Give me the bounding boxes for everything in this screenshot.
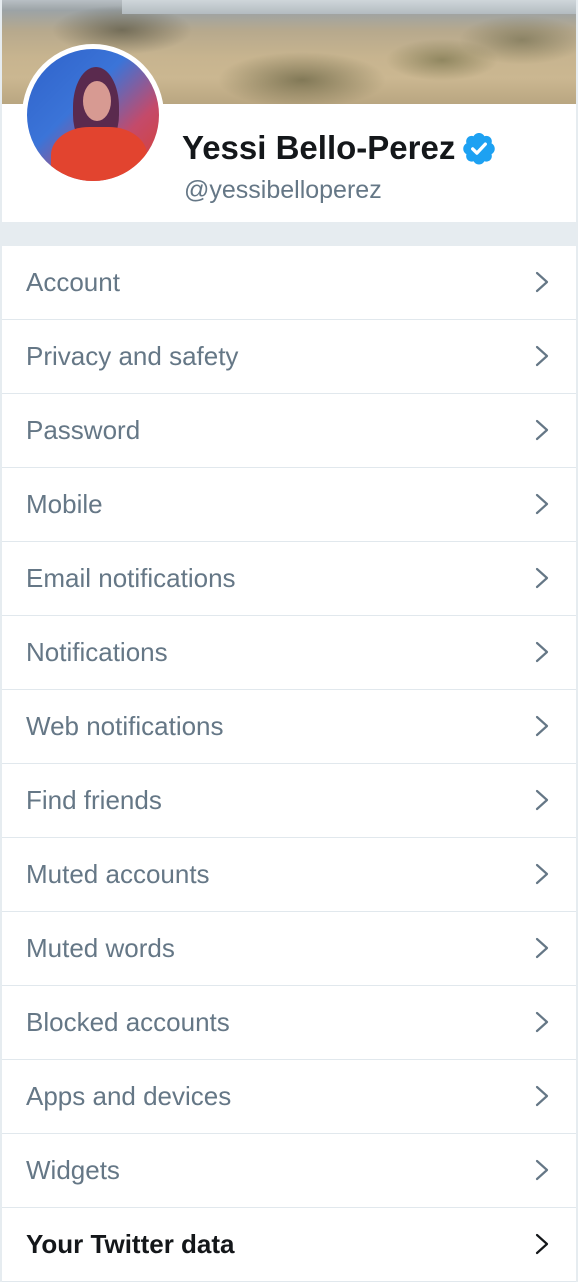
chevron-right-icon bbox=[535, 493, 549, 515]
chevron-right-icon bbox=[535, 567, 549, 589]
chevron-right-icon bbox=[535, 715, 549, 737]
menu-item-label: Blocked accounts bbox=[26, 1007, 230, 1037]
avatar-shirt bbox=[51, 127, 147, 181]
menu-item-label: Your Twitter data bbox=[26, 1229, 235, 1259]
chevron-right-icon bbox=[535, 419, 549, 441]
profile-name-row: Yessi Bello-Perez bbox=[182, 126, 497, 170]
chevron-right-icon bbox=[535, 345, 549, 367]
settings-menu: Account Privacy and safety Password Mobi… bbox=[2, 246, 576, 1282]
menu-item-label: Mobile bbox=[26, 489, 103, 519]
profile-handle: @yessibelloperez bbox=[184, 176, 382, 204]
chevron-right-icon bbox=[535, 1233, 549, 1255]
chevron-right-icon bbox=[535, 271, 549, 293]
menu-item-find-friends[interactable]: Find friends bbox=[2, 764, 576, 838]
menu-item-label: Web notifications bbox=[26, 711, 224, 741]
menu-item-email-notifications[interactable]: Email notifications bbox=[2, 542, 576, 616]
banner-sky bbox=[122, 0, 576, 14]
menu-item-label: Widgets bbox=[26, 1155, 120, 1185]
chevron-right-icon bbox=[535, 937, 549, 959]
menu-item-privacy-and-safety[interactable]: Privacy and safety bbox=[2, 320, 576, 394]
menu-item-password[interactable]: Password bbox=[2, 394, 576, 468]
verified-badge-icon bbox=[463, 133, 496, 165]
menu-item-label: Muted accounts bbox=[26, 859, 210, 889]
menu-item-blocked-accounts[interactable]: Blocked accounts bbox=[2, 986, 576, 1060]
chevron-right-icon bbox=[535, 641, 549, 663]
profile-card[interactable]: Yessi Bello-Perez @yessibelloperez bbox=[2, 0, 576, 222]
menu-item-widgets[interactable]: Widgets bbox=[2, 1134, 576, 1208]
profile-display-name[interactable]: Yessi Bello-Perez bbox=[182, 126, 455, 170]
menu-item-label: Notifications bbox=[26, 637, 168, 667]
menu-item-label: Find friends bbox=[26, 785, 162, 815]
menu-item-apps-and-devices[interactable]: Apps and devices bbox=[2, 1060, 576, 1134]
menu-item-label: Apps and devices bbox=[26, 1081, 232, 1111]
menu-item-muted-accounts[interactable]: Muted accounts bbox=[2, 838, 576, 912]
menu-item-mobile[interactable]: Mobile bbox=[2, 468, 576, 542]
menu-item-muted-words[interactable]: Muted words bbox=[2, 912, 576, 986]
avatar[interactable] bbox=[22, 44, 164, 186]
menu-item-label: Password bbox=[26, 415, 141, 445]
menu-item-account[interactable]: Account bbox=[2, 246, 576, 320]
menu-item-label: Muted words bbox=[26, 933, 175, 963]
section-divider bbox=[2, 222, 576, 246]
chevron-right-icon bbox=[535, 789, 549, 811]
avatar-face bbox=[83, 81, 111, 121]
menu-item-label: Email notifications bbox=[26, 563, 236, 593]
menu-item-label: Account bbox=[26, 267, 120, 297]
chevron-right-icon bbox=[535, 1011, 549, 1033]
settings-panel: Yessi Bello-Perez @yessibelloperez Accou… bbox=[2, 0, 576, 1282]
chevron-right-icon bbox=[535, 863, 549, 885]
menu-item-notifications[interactable]: Notifications bbox=[2, 616, 576, 690]
menu-item-label: Privacy and safety bbox=[26, 341, 239, 371]
chevron-right-icon bbox=[535, 1085, 549, 1107]
chevron-right-icon bbox=[535, 1159, 549, 1181]
menu-item-your-twitter-data[interactable]: Your Twitter data bbox=[2, 1208, 576, 1282]
menu-item-web-notifications[interactable]: Web notifications bbox=[2, 690, 576, 764]
